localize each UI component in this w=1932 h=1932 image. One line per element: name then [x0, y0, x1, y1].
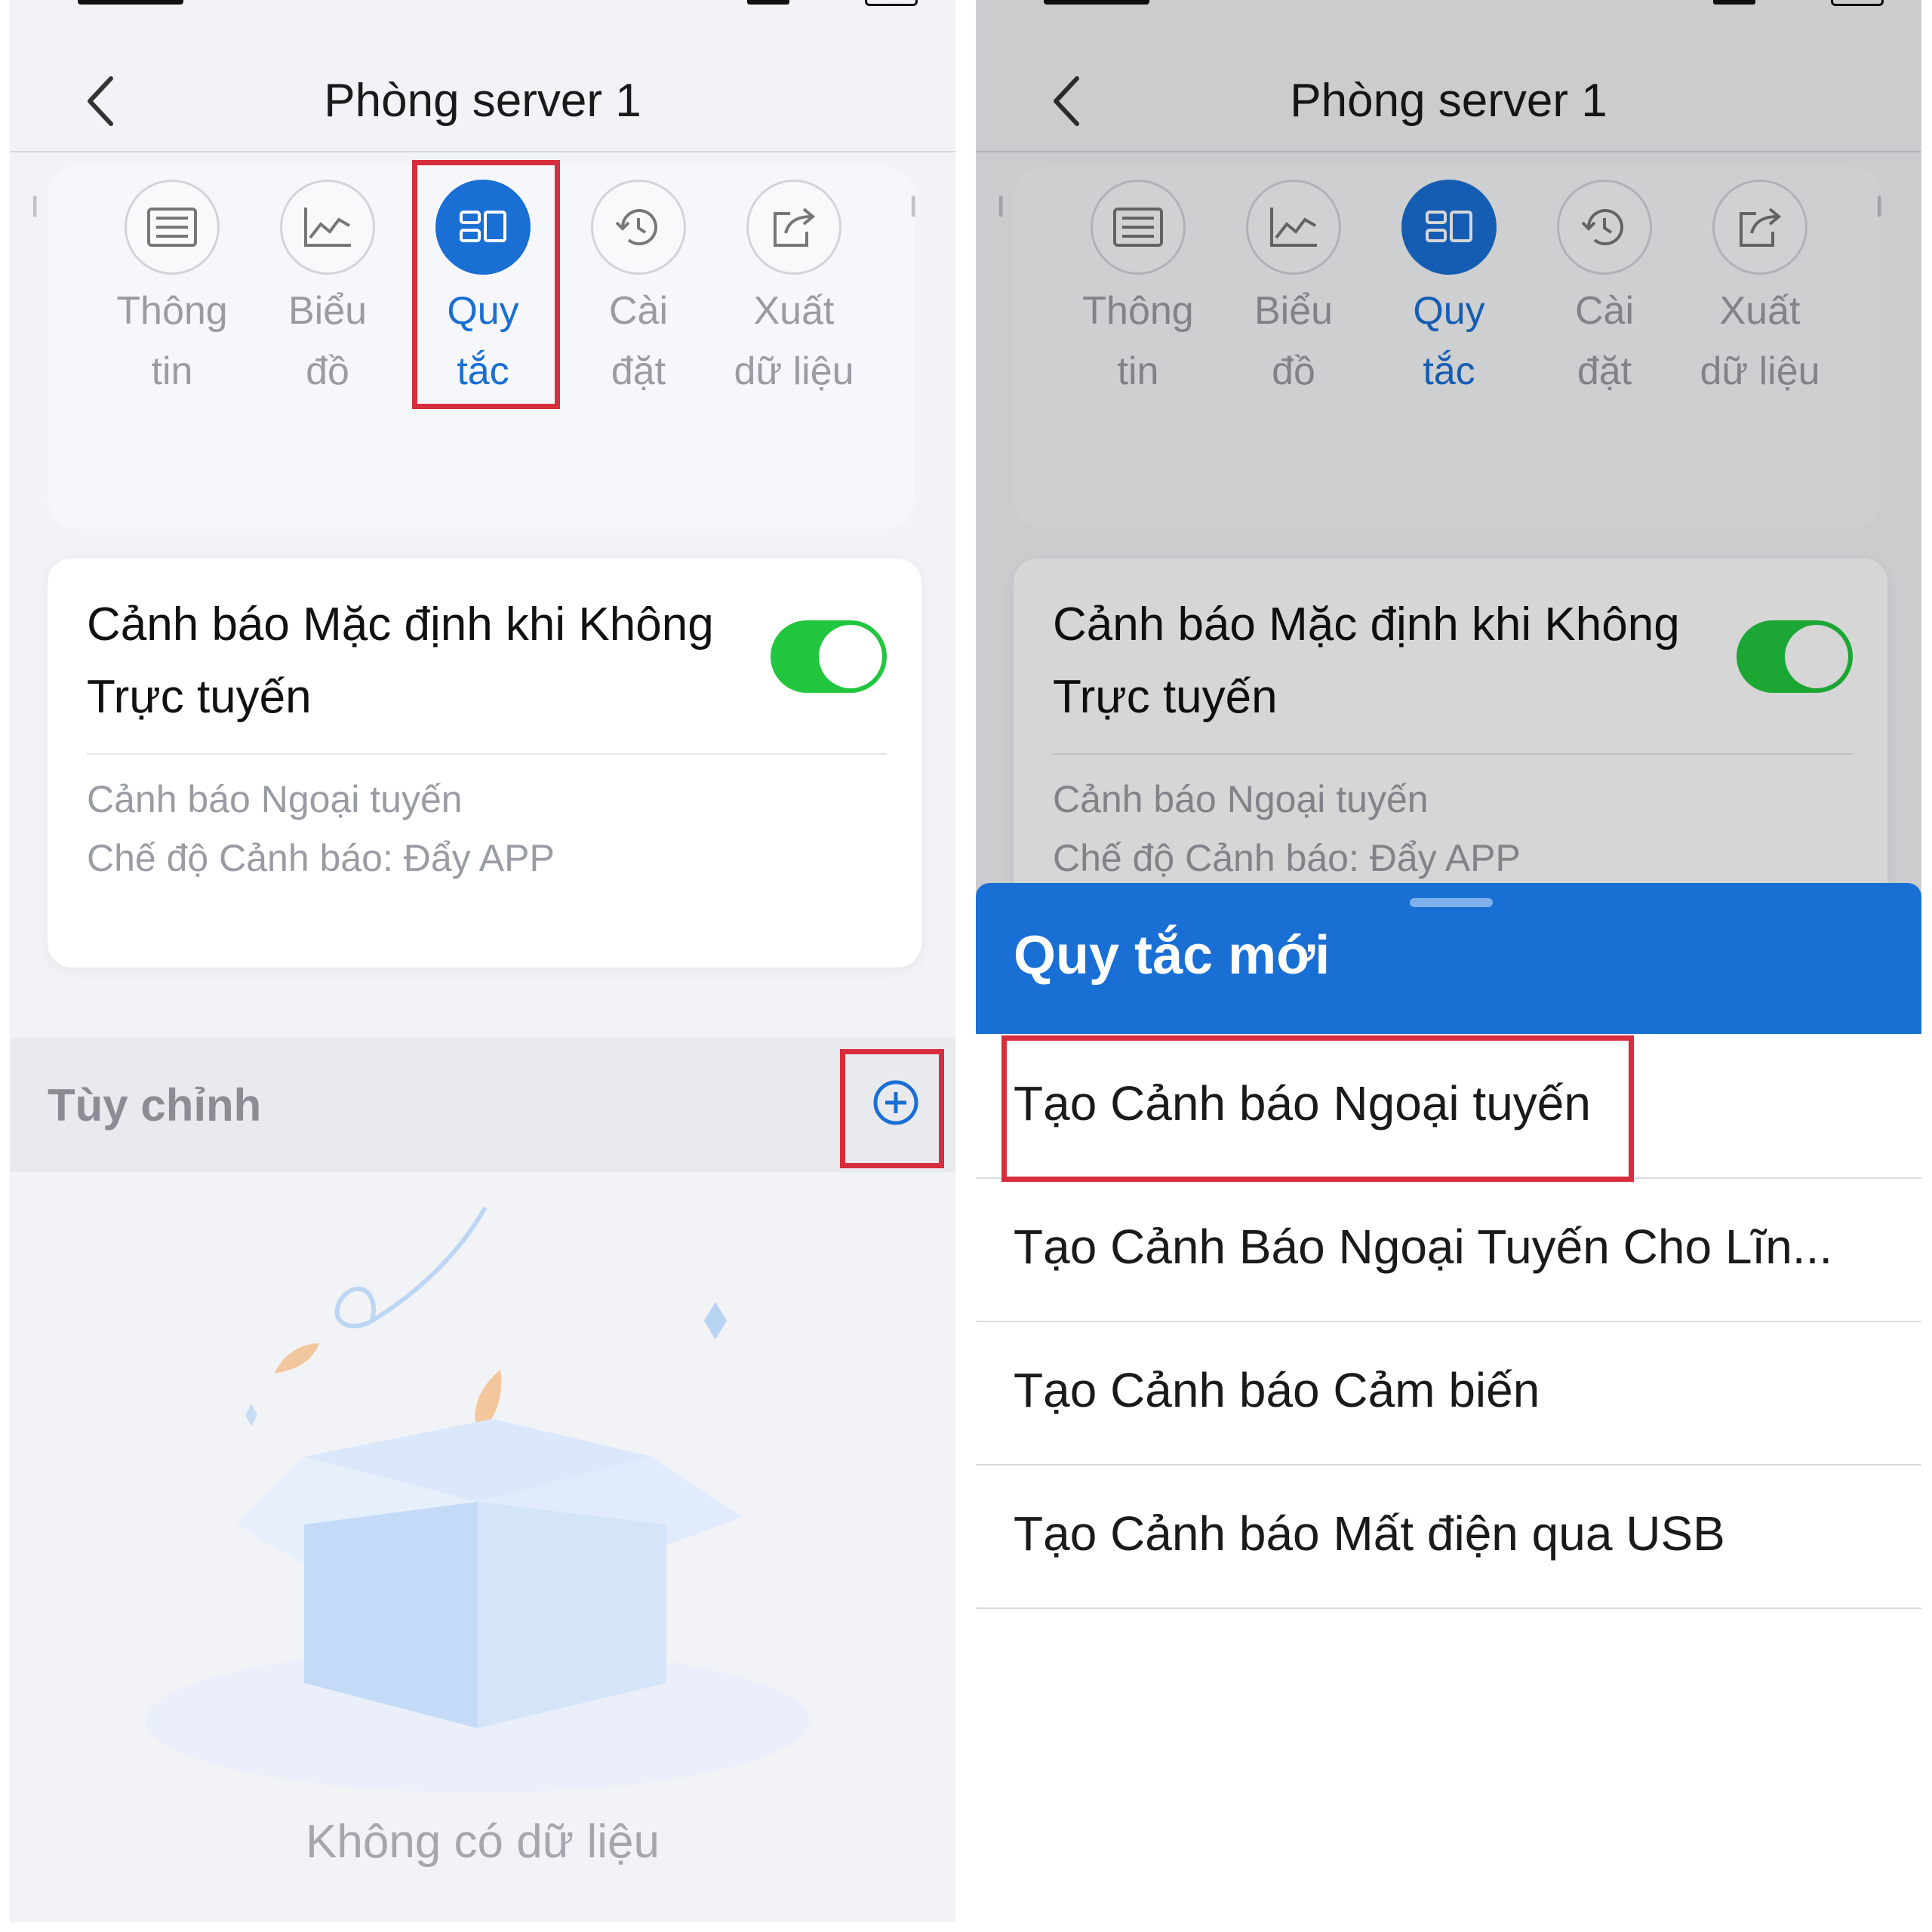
- page-title: Phòng server 1: [324, 75, 641, 127]
- empty-box-illustration: [146, 1208, 810, 1792]
- drag-handle[interactable]: [1410, 898, 1493, 907]
- tab-edge-fragment: ı: [908, 182, 919, 226]
- highlight-offline-alert-item: [1001, 1035, 1634, 1182]
- screen-rules-tab: Phòng server 1 ı ı Thông tin Biểu đồ Quy tắ…: [10, 0, 955, 1922]
- tab-info[interactable]: Thông tin: [97, 180, 248, 401]
- status-bar: [10, 0, 955, 11]
- alert-mode-text: Chế độ Cảnh báo: Đẩy APP: [87, 837, 555, 879]
- alert-toggle[interactable]: [771, 620, 887, 693]
- screen-new-rule-sheet: Phòng server 1 ı ı Thông tin Biểu đồ Quy tắ…: [976, 0, 1921, 1922]
- chart-icon: [304, 208, 351, 247]
- list-icon: [147, 208, 197, 247]
- history-settings-icon: [615, 209, 657, 246]
- menu-item-usb-power-alert[interactable]: Tạo Cảnh báo Mất điện qua USB: [976, 1464, 1921, 1609]
- menu-item-offline-alert-field[interactable]: Tạo Cảnh Báo Ngoại Tuyến Cho Lĩn...: [976, 1177, 1921, 1322]
- tab-chart[interactable]: Biểu đồ: [252, 180, 403, 401]
- nav-header: Phòng server 1: [10, 11, 955, 152]
- default-alert-card: Cảnh báo Mặc định khi Không Trực tuyến C…: [48, 558, 921, 968]
- tab-edge-fragment: ı: [29, 182, 41, 226]
- empty-state-text: Không có dữ liệu: [306, 1816, 660, 1868]
- sheet-header: Quy tắc mới: [976, 883, 1921, 1034]
- alert-title: Cảnh báo Mặc định khi Không Trực tuyến: [87, 598, 714, 723]
- menu-item-sensor-alert[interactable]: Tạo Cảnh báo Cảm biến: [976, 1321, 1921, 1466]
- highlight-add-button: [840, 1049, 944, 1168]
- custom-section-header: Tùy chỉnh: [10, 1038, 955, 1172]
- highlight-rules-tab: [412, 160, 560, 409]
- alert-type-text: Cảnh báo Ngoại tuyến: [87, 778, 463, 820]
- sheet-title: Quy tắc mới: [1014, 925, 1331, 986]
- divider: [87, 753, 887, 755]
- tab-export[interactable]: Xuất dữ liệu: [718, 180, 869, 401]
- tab-settings[interactable]: Cài đặt: [563, 180, 714, 401]
- export-icon: [774, 208, 816, 247]
- custom-label: Tùy chỉnh: [48, 1080, 262, 1131]
